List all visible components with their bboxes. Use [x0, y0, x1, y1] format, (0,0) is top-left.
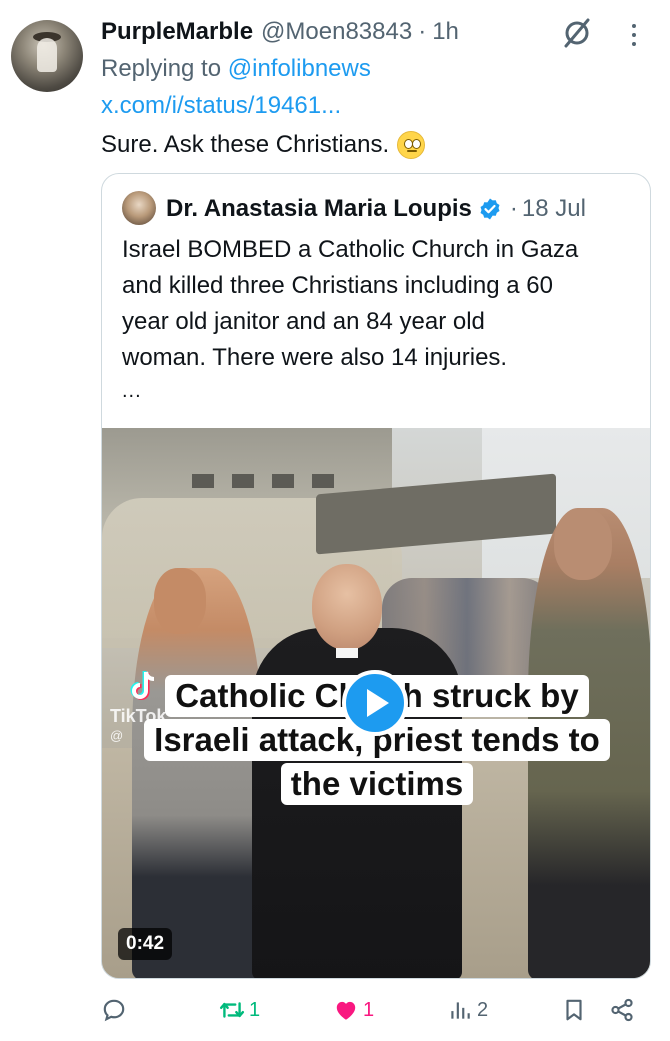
avatar-figure — [37, 38, 57, 72]
video-player[interactable]: TikTok @ Catholic Cl h struck by Israeli… — [102, 428, 650, 978]
video-scene-person-head — [154, 568, 206, 634]
quote-text-line: Israel BOMBED a Catholic Church in Gaza — [122, 236, 579, 263]
grok-icon[interactable] — [560, 16, 594, 50]
post-text-content: Sure. Ask these Christians. — [101, 131, 390, 158]
views-chart-icon — [451, 1002, 470, 1019]
quote-date: 18 Jul — [521, 195, 586, 222]
like-count: 1 — [363, 998, 375, 1021]
views-count: 2 — [477, 998, 489, 1021]
share-button[interactable] — [609, 992, 635, 1028]
share-icon — [611, 998, 633, 1022]
quote-ellipsis: ... — [122, 380, 142, 402]
quoted-post[interactable]: Dr. Anastasia Maria Loupis · 18 Jul Isra… — [101, 173, 651, 979]
quote-text-line: and killed three Christians including a … — [122, 272, 553, 299]
video-duration: 0:42 — [118, 928, 173, 960]
video-caption-line: the victims — [280, 763, 474, 805]
video-scene-priest-head — [312, 564, 382, 650]
post-header: PurpleMarble @Moen83843 · 1h — [101, 14, 459, 50]
quote-text-line: woman. There were also 14 injuries. — [122, 344, 508, 371]
quote-text: Israel BOMBED a Catholic Church in Gaza … — [122, 232, 642, 376]
repost-icon — [219, 1002, 245, 1018]
verified-badge-icon — [480, 198, 500, 220]
post-time[interactable]: 1h — [432, 18, 459, 46]
author-name[interactable]: PurpleMarble — [101, 18, 253, 46]
replying-prefix: Replying to — [101, 55, 228, 82]
quote-author-avatar — [122, 191, 156, 225]
quote-author-name: Dr. Anastasia Maria Loupis — [166, 195, 472, 222]
rolling-eyes-emoji-icon — [397, 131, 426, 159]
replying-to: Replying to @infolibnews — [101, 52, 371, 86]
bookmark-icon — [566, 999, 582, 1021]
action-bar: 1 1 2 — [101, 992, 651, 1028]
status-link[interactable]: x.com/i/status/19461... — [101, 88, 341, 124]
bookmark-button[interactable] — [561, 992, 587, 1028]
quote-header: Dr. Anastasia Maria Loupis · 18 Jul — [166, 192, 586, 226]
like-button[interactable]: 1 — [333, 992, 374, 1028]
post-text: Sure. Ask these Christians. — [101, 126, 426, 164]
reply-icon — [103, 999, 125, 1022]
heart-icon — [336, 1001, 356, 1020]
repost-count: 1 — [249, 998, 261, 1021]
repost-button[interactable]: 1 — [219, 992, 260, 1028]
video-scene-collar — [336, 648, 358, 658]
more-options-icon[interactable] — [626, 20, 642, 50]
author-avatar[interactable] — [11, 20, 83, 92]
replying-mention[interactable]: @infolibnews — [228, 55, 371, 82]
header-separator: · — [418, 18, 427, 45]
quote-text-line: year old janitor and an 84 year old — [122, 308, 485, 335]
quote-separator: · — [509, 195, 518, 222]
play-button[interactable] — [342, 670, 408, 736]
reply-button[interactable] — [101, 992, 127, 1028]
author-handle[interactable]: @Moen83843 — [261, 18, 412, 46]
views-button[interactable]: 2 — [447, 992, 488, 1028]
video-scene-person-head — [554, 508, 612, 580]
